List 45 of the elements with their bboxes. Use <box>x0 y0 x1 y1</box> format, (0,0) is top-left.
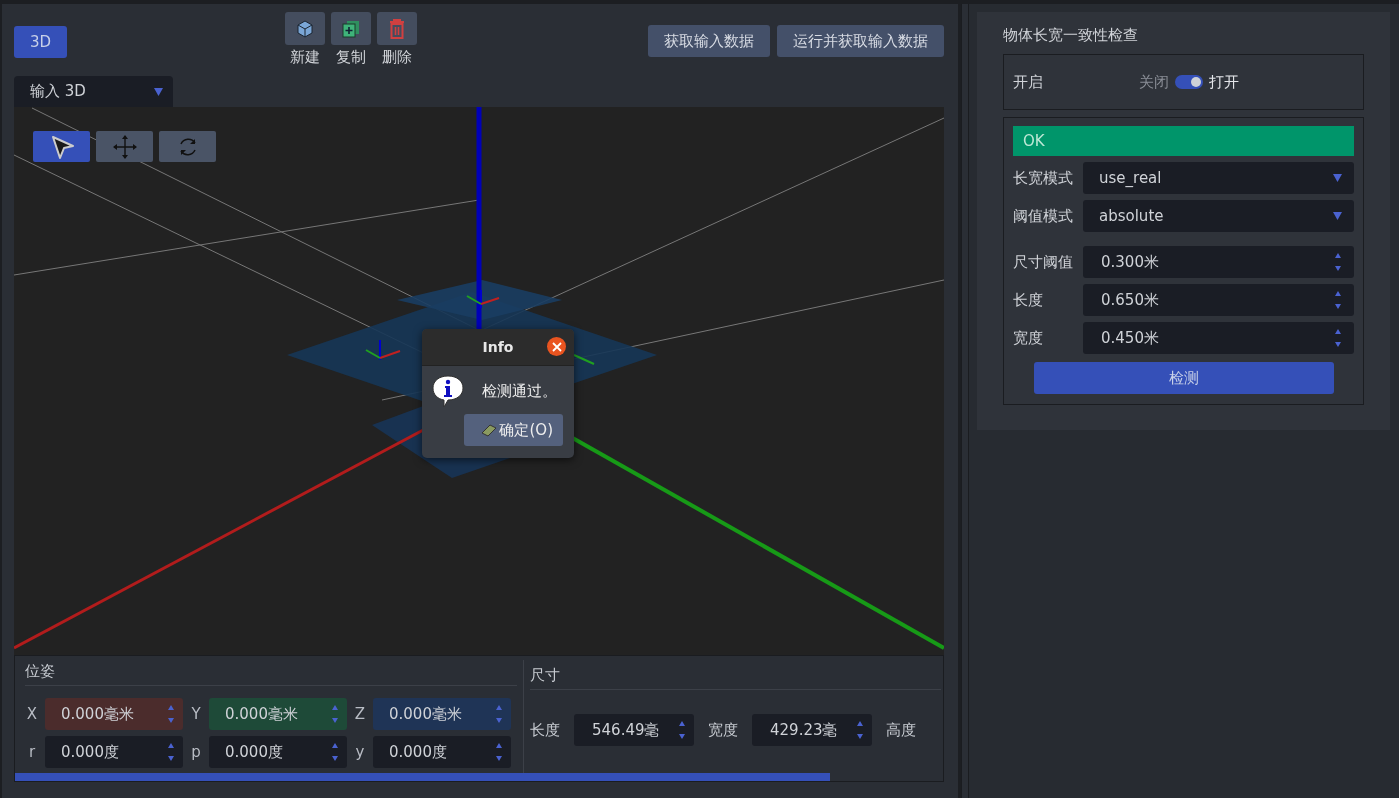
spin-field[interactable]: 0.000度 <box>45 736 183 768</box>
mode-button[interactable]: 3D <box>14 26 67 58</box>
spin-field[interactable]: 0.000毫米 <box>373 698 511 730</box>
field-label: 宽度 <box>1013 328 1044 348</box>
spin-field[interactable]: 0.300米 <box>1083 246 1354 278</box>
section-title: 尺寸 <box>530 666 941 690</box>
spin-field[interactable]: 0.000毫米 <box>209 698 347 730</box>
action-button[interactable]: 获取输入数据 <box>648 25 770 57</box>
check-button[interactable]: 检测 <box>1033 362 1334 394</box>
dialog-title: Info <box>482 339 514 355</box>
input-select[interactable]: 输入 3D <box>14 76 173 107</box>
panel-title: 物体长宽一致性检查 <box>1003 26 1139 45</box>
field-label: 长度 <box>1013 290 1044 310</box>
confirm-button[interactable]: 确定(O) <box>464 414 563 446</box>
off-label: 关闭 <box>1139 72 1169 92</box>
tool-label: 新建 <box>290 48 320 67</box>
field-label: 阈值模式 <box>1013 206 1074 226</box>
action-button[interactable]: 运行并获取输入数据 <box>777 25 944 57</box>
spin-field[interactable]: 0.450米 <box>1083 322 1354 354</box>
dropdown-field[interactable]: absolute <box>1083 200 1354 232</box>
size-label: 宽度 <box>708 720 738 740</box>
axis-label: p <box>190 743 202 761</box>
enable-label: 开启 <box>1013 72 1044 92</box>
spin-field[interactable]: 0.000度 <box>209 736 347 768</box>
tool-label: 删除 <box>382 48 412 67</box>
spin-field[interactable]: 0.000毫米 <box>45 698 183 730</box>
axis-label: X <box>25 705 39 723</box>
field-label: 尺寸阈值 <box>1013 252 1074 272</box>
axis-label: Y <box>190 705 202 723</box>
spin-field[interactable]: 429.23毫 <box>752 714 872 746</box>
size-label: 高度 <box>886 720 916 740</box>
section-title: 位姿 <box>25 662 517 686</box>
spin-field[interactable]: 546.49毫 <box>574 714 694 746</box>
spin-field[interactable]: 0.000度 <box>373 736 511 768</box>
tool-label: 复制 <box>336 48 366 67</box>
dropdown-field[interactable]: use_real <box>1083 162 1354 194</box>
axis-label: y <box>354 743 366 761</box>
on-label: 打开 <box>1209 72 1239 92</box>
size-label: 长度 <box>530 720 560 740</box>
spin-field[interactable]: 0.650米 <box>1083 284 1354 316</box>
field-label: 长宽模式 <box>1013 168 1074 188</box>
axis-label: r <box>27 743 37 761</box>
dialog-message: 检测通过。 <box>482 381 557 401</box>
status-bar: OK <box>1013 126 1354 156</box>
axis-label: Z <box>353 705 367 723</box>
